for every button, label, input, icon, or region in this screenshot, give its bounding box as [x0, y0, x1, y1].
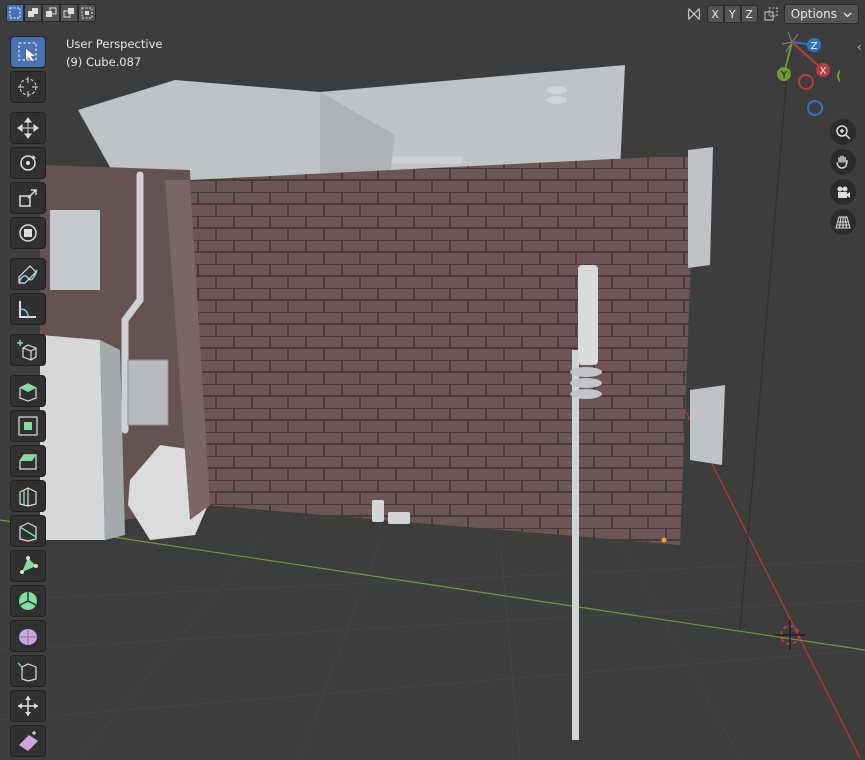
neg-y-axis-handle	[837, 68, 853, 84]
measure-ruler-icon	[19, 301, 36, 318]
shear-tool[interactable]	[10, 725, 46, 757]
neg-z-axis-handle	[807, 100, 823, 116]
mirror-butterfly-icon[interactable]	[685, 5, 703, 23]
header-right: X Y Z Options	[685, 4, 859, 24]
move-icon	[17, 117, 39, 139]
smooth-icon	[19, 629, 37, 645]
scale-icon	[19, 189, 37, 207]
select-box-icon[interactable]	[6, 4, 24, 22]
active-object-label: (9) Cube.087	[66, 55, 142, 69]
hand-pan-icon[interactable]	[830, 149, 856, 175]
grid-perspective-icon[interactable]	[830, 209, 856, 235]
viewport-info: User Perspective (9) Cube.087	[66, 35, 162, 71]
cursor-icon	[18, 77, 38, 97]
transform-tool[interactable]	[10, 217, 46, 249]
select-mode-group	[6, 4, 96, 22]
select-intersect-icon[interactable]	[78, 4, 96, 22]
loop-cut-icon	[19, 487, 37, 507]
select-extend-icon[interactable]	[24, 4, 42, 22]
edge-slide-tool[interactable]	[10, 655, 46, 687]
bevel-icon	[19, 454, 37, 470]
scene-render[interactable]	[0, 0, 865, 758]
knife-icon	[19, 522, 37, 542]
y-axis-line	[0, 519, 865, 651]
bevel-tool[interactable]	[10, 445, 46, 477]
inset-icon	[18, 416, 38, 436]
options-label: Options	[790, 7, 837, 21]
loop-cut-tool[interactable]	[10, 480, 46, 512]
object-origin	[661, 537, 667, 543]
mirror-y-button[interactable]: Y	[723, 5, 741, 23]
move-tool[interactable]	[10, 112, 46, 144]
3d-viewport[interactable]	[0, 0, 865, 758]
floor-grid	[0, 539, 865, 758]
spin-icon	[19, 592, 37, 610]
spin-tool[interactable]	[10, 585, 46, 617]
svg-text:X: X	[820, 66, 827, 77]
annotate-pencil-icon	[18, 265, 38, 284]
poly-build-icon	[20, 556, 38, 574]
annotate-tool[interactable]	[10, 258, 46, 290]
select-invert-icon[interactable]	[60, 4, 78, 22]
edge-slide-icon	[17, 662, 37, 682]
mirror-z-button[interactable]: Z	[740, 5, 758, 23]
extrude-icon	[19, 383, 37, 402]
options-dropdown[interactable]: Options	[783, 4, 859, 24]
transform-icon	[19, 224, 37, 242]
poly-build-tool[interactable]	[10, 550, 46, 582]
rotate-tool[interactable]	[10, 147, 46, 179]
vertical-line	[739, 39, 791, 631]
brick-wall	[190, 155, 695, 545]
shrink-fatten-icon	[18, 696, 38, 716]
extrude-region-tool[interactable]	[10, 375, 46, 407]
navigation-gizmo[interactable]: Z Y X	[768, 28, 853, 120]
svg-text:Z: Z	[811, 41, 818, 52]
auto-merge-icon[interactable]	[762, 5, 780, 23]
select-box-tool[interactable]	[10, 36, 46, 68]
view-navigation	[830, 119, 856, 235]
shrink-fatten-tool[interactable]	[10, 690, 46, 722]
neg-x-axis-handle	[798, 74, 814, 90]
zoom-icon[interactable]	[830, 119, 856, 145]
svg-text:Y: Y	[780, 70, 788, 81]
3d-cursor-icon	[775, 620, 805, 650]
perspective-label: User Perspective	[66, 37, 163, 51]
rotate-icon	[20, 155, 36, 171]
smooth-tool[interactable]	[10, 620, 46, 652]
camera-icon[interactable]	[830, 179, 856, 205]
chevron-down-icon	[843, 7, 852, 21]
tool-shelf	[10, 36, 48, 760]
mirror-axis-group: X Y Z	[706, 5, 758, 23]
shear-icon	[19, 731, 38, 751]
add-cube-icon	[17, 340, 37, 361]
add-cube-tool[interactable]	[10, 334, 46, 366]
pole	[572, 350, 579, 740]
knife-tool[interactable]	[10, 515, 46, 547]
cursor-tool[interactable]	[10, 71, 46, 103]
select-subtract-icon[interactable]	[42, 4, 60, 22]
scale-tool[interactable]	[10, 182, 46, 214]
sidebar-expand-icon[interactable]: ‹	[857, 40, 862, 54]
select-box-icon	[18, 42, 37, 61]
mirror-x-button[interactable]: X	[706, 5, 724, 23]
inset-faces-tool[interactable]	[10, 410, 46, 442]
measure-tool[interactable]	[10, 293, 46, 325]
